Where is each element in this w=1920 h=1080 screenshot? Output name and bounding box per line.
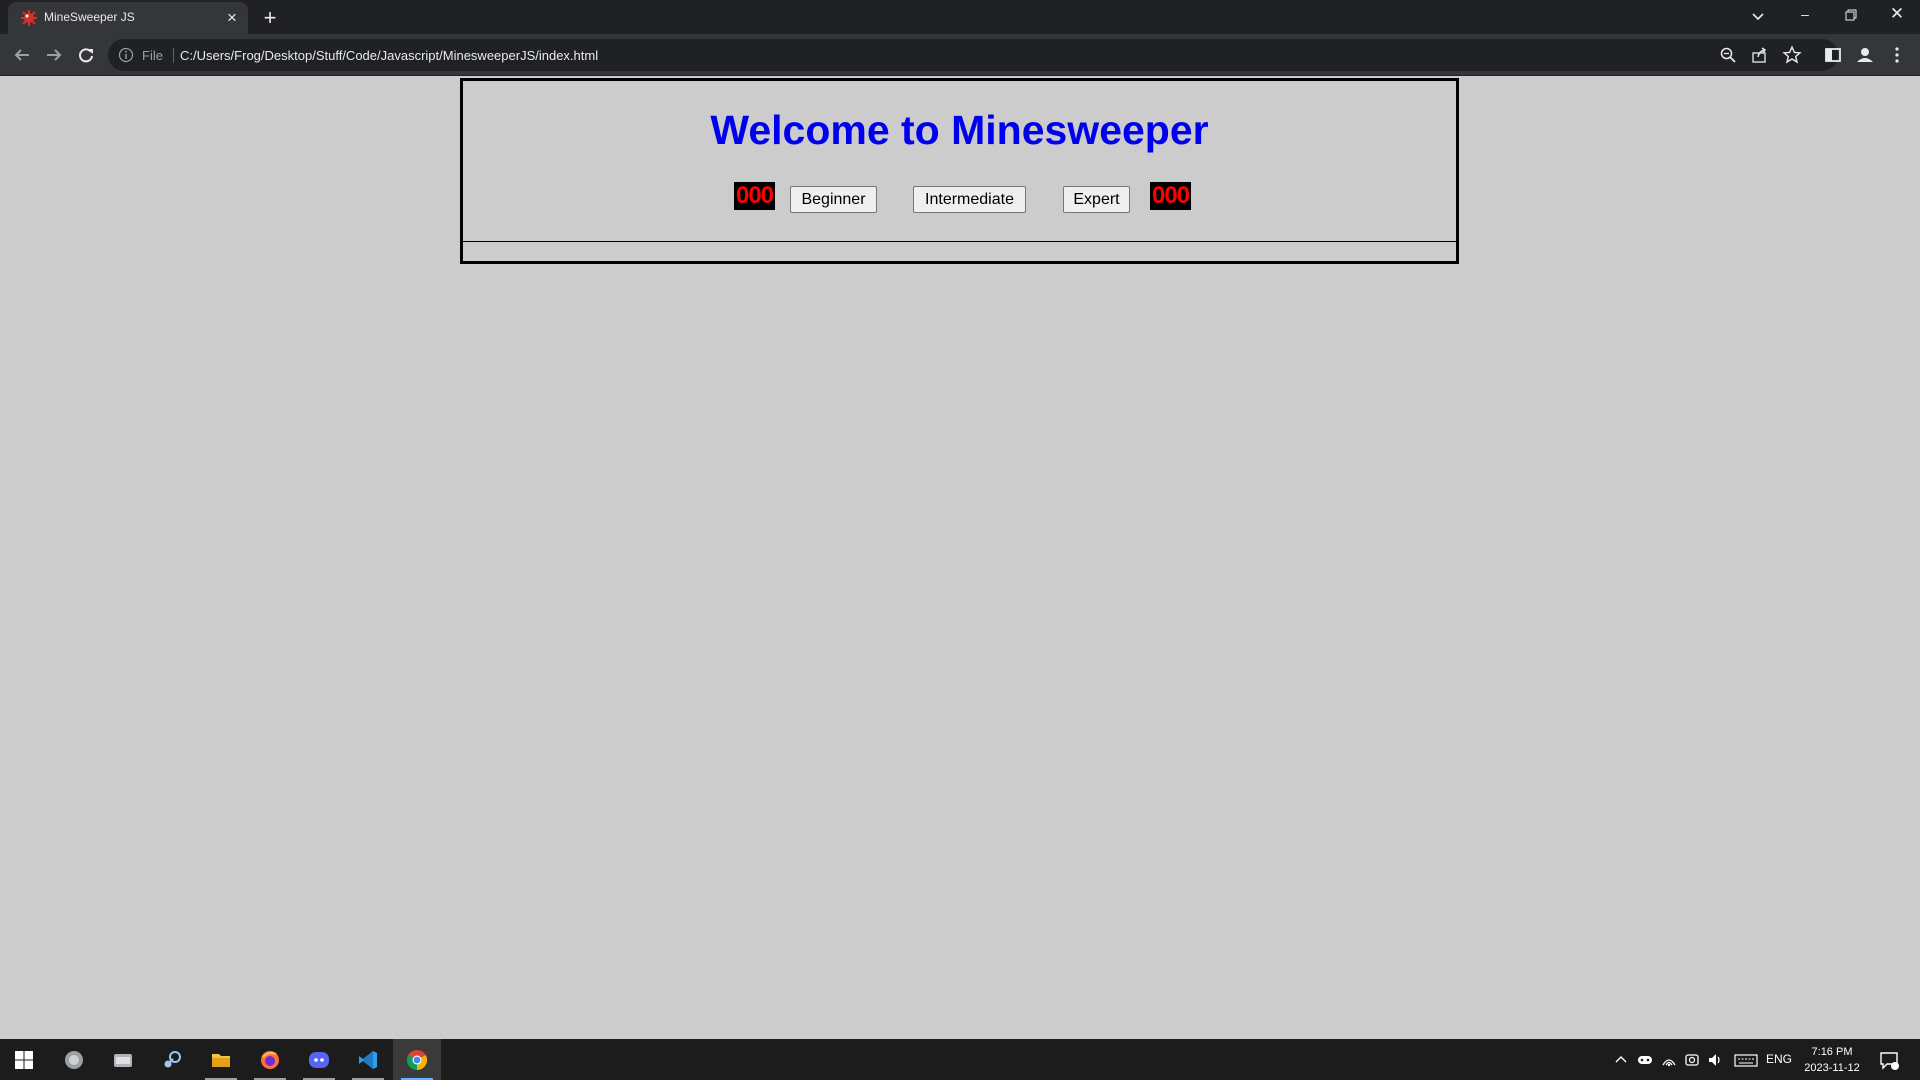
info-icon[interactable] xyxy=(118,47,134,63)
share-icon[interactable] xyxy=(1750,45,1770,65)
tab-close-icon[interactable]: × xyxy=(221,7,243,29)
keyboard-icon[interactable] xyxy=(1734,1051,1758,1069)
taskbar-app-2[interactable] xyxy=(99,1039,147,1080)
expert-button[interactable]: Expert xyxy=(1063,186,1130,213)
tab-search-chevron-icon[interactable] xyxy=(1744,3,1772,31)
windows-start-button[interactable] xyxy=(0,1039,48,1080)
globe-app-icon xyxy=(65,1051,83,1069)
taskbar-vscode[interactable] xyxy=(344,1039,392,1080)
taskbar-file-explorer[interactable] xyxy=(197,1039,245,1080)
taskbar-discord[interactable] xyxy=(295,1039,343,1080)
discord-icon xyxy=(309,1052,329,1068)
tab-title: MineSweeper JS xyxy=(44,10,135,24)
file-explorer-icon xyxy=(212,1054,230,1067)
clock-time: 7:16 PM xyxy=(1811,1046,1853,1058)
back-arrow-icon[interactable] xyxy=(8,41,36,69)
windows-logo-icon xyxy=(15,1051,33,1069)
volume-icon[interactable] xyxy=(1706,1051,1724,1069)
notifications-icon[interactable] xyxy=(1878,1049,1900,1071)
side-panel-icon[interactable] xyxy=(1820,42,1846,68)
windows-taskbar: ENG 7:16 PM 2023-11-12 xyxy=(0,1039,1920,1080)
browser-toolbar: File C:/Users/Frog/Desktop/Stuff/Code/Ja… xyxy=(0,34,1920,76)
browser-tab[interactable]: MineSweeper JS × xyxy=(8,2,248,34)
address-scheme-label: File xyxy=(142,48,163,63)
minimize-window-icon[interactable]: – xyxy=(1782,0,1828,30)
network-icon[interactable] xyxy=(1660,1051,1678,1069)
restore-window-icon[interactable] xyxy=(1828,0,1874,30)
clock[interactable]: 7:16 PM 2023-11-12 xyxy=(1798,1044,1866,1076)
reload-icon[interactable] xyxy=(72,41,100,69)
board-divider xyxy=(463,241,1456,242)
show-hidden-icons-icon[interactable] xyxy=(1612,1051,1630,1069)
close-window-icon[interactable]: ✕ xyxy=(1874,0,1920,30)
steam-icon xyxy=(164,1051,181,1068)
taskbar-app-1[interactable] xyxy=(50,1039,98,1080)
new-tab-icon[interactable]: + xyxy=(256,4,284,32)
game-container: Welcome to Minesweeper 000 Beginner Inte… xyxy=(460,78,1459,264)
onedrive-icon[interactable] xyxy=(1683,1051,1701,1069)
intermediate-button[interactable]: Intermediate xyxy=(913,186,1026,213)
taskbar-steam[interactable] xyxy=(148,1039,196,1080)
mine-counter: 000 xyxy=(734,182,775,210)
clock-date: 2023-11-12 xyxy=(1804,1062,1860,1074)
chrome-icon xyxy=(406,1050,428,1071)
page-title: Welcome to Minesweeper xyxy=(710,107,1209,153)
gamepad-tray-icon[interactable] xyxy=(1636,1051,1654,1069)
taskbar-chrome[interactable] xyxy=(393,1039,441,1080)
address-separator xyxy=(173,48,174,63)
browser-tab-bar: MineSweeper JS × + – ✕ xyxy=(0,0,1920,34)
zoom-icon[interactable] xyxy=(1718,45,1738,65)
firefox-icon xyxy=(261,1051,279,1069)
timer-counter: 000 xyxy=(1150,182,1191,210)
address-bar[interactable]: File C:/Users/Frog/Desktop/Stuff/Code/Ja… xyxy=(108,39,1838,71)
star-icon[interactable] xyxy=(1782,45,1802,65)
taskbar-firefox[interactable] xyxy=(246,1039,294,1080)
vscode-icon xyxy=(359,1051,377,1069)
folder-app-icon xyxy=(114,1054,132,1067)
url-text[interactable]: C:/Users/Frog/Desktop/Stuff/Code/Javascr… xyxy=(180,48,598,63)
page-viewport: Welcome to Minesweeper 000 Beginner Inte… xyxy=(0,77,1920,1039)
profile-icon[interactable] xyxy=(1852,42,1878,68)
beginner-button[interactable]: Beginner xyxy=(790,186,877,213)
menu-icon[interactable] xyxy=(1884,42,1910,68)
mine-favicon-icon xyxy=(21,10,37,26)
forward-arrow-icon[interactable] xyxy=(40,41,68,69)
language-indicator[interactable]: ENG xyxy=(1766,1052,1792,1066)
